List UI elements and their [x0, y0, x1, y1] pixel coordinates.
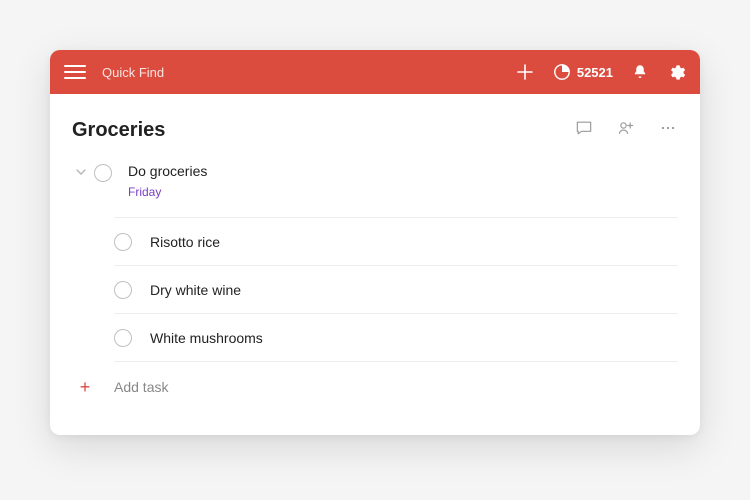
task-checkbox[interactable]: [114, 233, 132, 251]
subtask-row[interactable]: Risotto rice: [114, 217, 678, 265]
task-checkbox[interactable]: [94, 164, 112, 182]
add-task-icon[interactable]: [515, 62, 535, 82]
karma-button[interactable]: 52521: [553, 63, 613, 81]
settings-icon[interactable]: [667, 63, 686, 82]
notifications-icon[interactable]: [631, 63, 649, 81]
subtask-row[interactable]: White mushrooms: [114, 313, 678, 362]
task-checkbox[interactable]: [114, 329, 132, 347]
karma-icon: [553, 63, 571, 81]
task-checkbox[interactable]: [114, 281, 132, 299]
add-task-label: Add task: [114, 379, 168, 395]
share-icon[interactable]: [616, 118, 636, 143]
subtask-list: Risotto rice Dry white wine White mushro…: [114, 217, 678, 362]
task-row-parent[interactable]: Do groceries Friday: [72, 157, 678, 207]
content: Groceries Do groceries Friday: [50, 94, 700, 410]
plus-icon: +: [76, 378, 94, 396]
comments-icon[interactable]: [574, 118, 594, 143]
more-icon[interactable]: [658, 118, 678, 143]
project-title: Groceries: [72, 119, 165, 142]
app-window: Quick Find 52521 Groceries: [50, 50, 700, 435]
chevron-down-icon[interactable]: [72, 166, 90, 178]
task-title: Do groceries: [128, 163, 678, 179]
menu-icon[interactable]: [64, 61, 86, 83]
add-task-button[interactable]: + Add task: [76, 378, 678, 396]
project-actions: [574, 118, 678, 143]
project-header: Groceries: [72, 118, 678, 143]
karma-count: 52521: [577, 65, 613, 80]
subtask-row[interactable]: Dry white wine: [114, 265, 678, 313]
subtask-title: White mushrooms: [150, 330, 263, 346]
topbar: Quick Find 52521: [50, 50, 700, 94]
subtask-title: Dry white wine: [150, 282, 241, 298]
quick-find-input[interactable]: Quick Find: [102, 65, 164, 80]
topbar-actions: 52521: [515, 62, 686, 82]
task-due-date: Friday: [128, 185, 678, 199]
subtask-title: Risotto rice: [150, 234, 220, 250]
